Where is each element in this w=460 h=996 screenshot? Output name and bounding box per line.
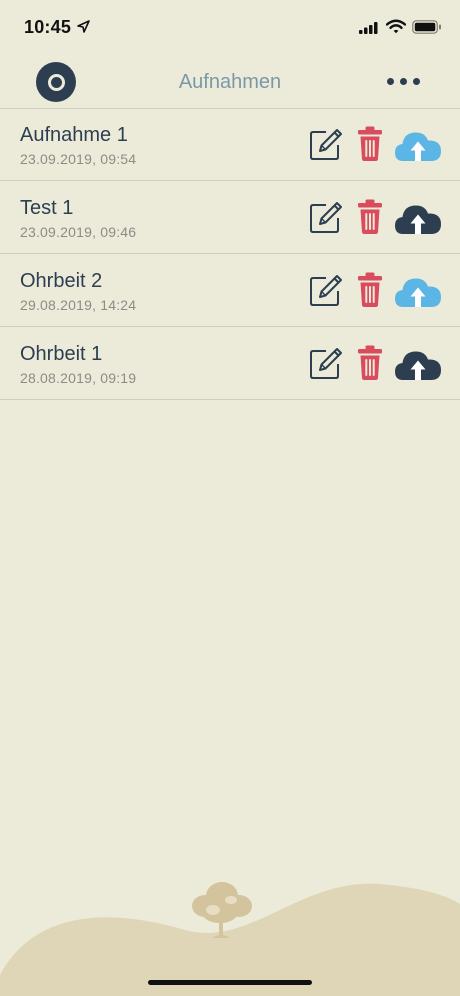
recording-title: Ohrbeit 1	[20, 343, 103, 365]
trash-icon[interactable]	[357, 345, 383, 381]
recording-title: Ohrbeit 2	[20, 270, 103, 292]
more-button[interactable]	[384, 74, 424, 90]
recording-date: 28.08.2019, 09:19	[20, 370, 137, 386]
edit-icon[interactable]	[309, 127, 343, 161]
list-item[interactable]: Ohrbeit 1 28.08.2019, 09:19	[0, 327, 460, 400]
list-item[interactable]: Ohrbeit 2 29.08.2019, 14:24	[0, 254, 460, 327]
cloud-upload-icon[interactable]	[394, 201, 442, 235]
more-icon	[387, 78, 394, 85]
edit-icon[interactable]	[309, 346, 343, 380]
battery-icon	[412, 20, 441, 34]
trash-icon[interactable]	[357, 272, 383, 308]
recording-title: Aufnahme 1	[20, 124, 128, 146]
cloud-upload-icon[interactable]	[394, 347, 442, 381]
list-item[interactable]: Test 1 23.09.2019, 09:46	[0, 181, 460, 254]
home-indicator	[148, 980, 312, 985]
recording-date: 23.09.2019, 09:46	[20, 224, 137, 240]
cloud-upload-icon[interactable]	[394, 274, 442, 308]
recording-date: 23.09.2019, 09:54	[20, 151, 137, 167]
edit-icon[interactable]	[309, 273, 343, 307]
status-time: 10:45	[24, 17, 72, 37]
list-item[interactable]: Aufnahme 1 23.09.2019, 09:54	[0, 108, 460, 181]
trash-icon[interactable]	[357, 126, 383, 162]
edit-icon[interactable]	[309, 200, 343, 234]
recordings-list: Aufnahme 1 23.09.2019, 09:54 Test 1 23.0…	[0, 108, 460, 400]
hill-decoration	[0, 882, 460, 996]
recording-title: Test 1	[20, 197, 74, 219]
signal-icon	[359, 22, 378, 34]
trash-icon[interactable]	[357, 199, 383, 235]
cloud-upload-icon[interactable]	[394, 128, 442, 162]
nav-bar: Aufnahmen	[0, 56, 460, 109]
wifi-icon	[386, 19, 406, 34]
status-bar: 10:45	[0, 0, 460, 56]
recording-date: 29.08.2019, 14:24	[20, 297, 137, 313]
location-arrow-icon	[77, 20, 90, 33]
